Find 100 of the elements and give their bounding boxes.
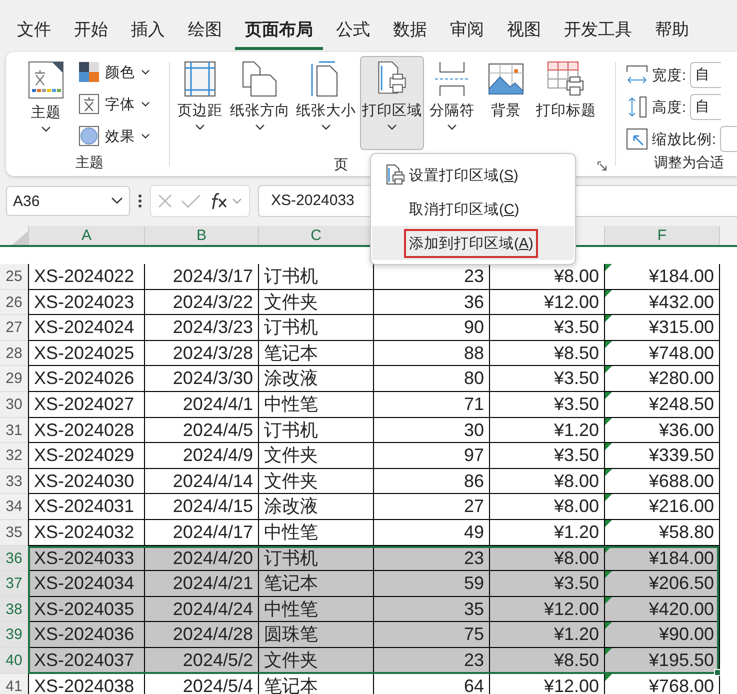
table-cell: 27 xyxy=(464,496,484,516)
table-cell: ¥280.00 xyxy=(648,368,714,388)
table-cell: 订书机 xyxy=(264,548,318,568)
table-cell: 笔记本 xyxy=(264,573,318,594)
table-cell: 71 xyxy=(464,394,484,414)
table-cell: 2024/4/17 xyxy=(172,522,253,542)
table-cell: ¥3.50 xyxy=(554,368,599,388)
table-cell: XS-2024035 xyxy=(34,598,134,619)
table-cell: XS-2024037 xyxy=(34,650,134,670)
table-cell: 订书机 xyxy=(264,420,318,440)
table-cell: ¥1.20 xyxy=(554,420,599,440)
table-cell: 35 xyxy=(464,598,484,619)
table-cell: ¥184.00 xyxy=(648,266,714,286)
table-cell: ¥8.00 xyxy=(554,266,599,286)
group-label: 调整为合适 xyxy=(652,153,725,172)
field-label: 宽度: xyxy=(652,66,686,84)
table-cell: 文件夹 xyxy=(264,470,318,491)
table-cell: XS-2024038 xyxy=(34,676,134,694)
table-cell: 2024/4/14 xyxy=(172,470,253,491)
table-cell: ¥36.00 xyxy=(658,420,714,440)
table-cell: ¥432.00 xyxy=(648,292,714,312)
field-label: 缩放比例: xyxy=(652,130,716,148)
table-cell: ¥216.00 xyxy=(648,496,714,516)
group-label: 页 xyxy=(334,155,348,174)
table-cell: 2024/3/17 xyxy=(172,266,253,286)
table-cell: 2024/4/15 xyxy=(172,496,253,516)
table-cell: 文件夹 xyxy=(264,292,318,312)
table-cell: 2024/4/1 xyxy=(182,394,253,414)
table-cell: ¥315.00 xyxy=(648,317,714,338)
table-cell: ¥8.00 xyxy=(554,496,599,516)
table-cell: ¥184.00 xyxy=(648,548,714,568)
table-cell: XS-2024026 xyxy=(34,368,134,388)
table-cell: ¥8.50 xyxy=(554,342,599,363)
table-cell: XS-2024024 xyxy=(34,317,134,338)
table-cell: XS-2024031 xyxy=(34,496,134,516)
table-cell: ¥1.20 xyxy=(554,522,599,542)
table-cell: 90 xyxy=(464,317,484,338)
table-cell: 2024/3/22 xyxy=(172,292,253,312)
table-cell: 80 xyxy=(464,368,484,388)
table-cell: XS-2024036 xyxy=(34,624,134,644)
table-cell: 笔记本 xyxy=(264,676,318,694)
table-cell: ¥8.50 xyxy=(554,650,599,670)
table-cell: ¥12.00 xyxy=(544,676,599,694)
table-cell: 圆珠笔 xyxy=(264,624,318,644)
table-cell: ¥339.50 xyxy=(648,445,714,466)
table-cell: XS-2024023 xyxy=(34,292,134,312)
table-cell: 涂改液 xyxy=(264,368,318,388)
table-cell: 23 xyxy=(464,650,484,670)
table-cell: ¥3.50 xyxy=(554,394,599,414)
table-cell: ¥3.50 xyxy=(554,317,599,338)
table-cell: 2024/4/28 xyxy=(172,624,253,644)
table-cell: 2024/4/20 xyxy=(172,548,253,568)
table-cell: 订书机 xyxy=(264,317,318,338)
field-label: 高度: xyxy=(652,98,686,116)
table-cell: 64 xyxy=(464,676,484,694)
table-cell: ¥768.00 xyxy=(648,676,714,694)
table-cell: 2024/4/24 xyxy=(172,598,253,619)
table-cell: 2024/5/4 xyxy=(182,676,253,694)
table-cell: ¥8.00 xyxy=(554,548,599,568)
table-cell: 笔记本 xyxy=(264,342,318,363)
table-cell: XS-2024022 xyxy=(34,266,134,286)
table-cell: 86 xyxy=(464,470,484,491)
table-cell: 97 xyxy=(464,445,484,466)
table-cell: 59 xyxy=(464,573,484,594)
table-cell: ¥688.00 xyxy=(648,470,714,491)
table-cell: XS-2024025 xyxy=(34,342,134,363)
table-cell: 36 xyxy=(464,292,484,312)
table-cell: 涂改液 xyxy=(264,496,318,516)
table-cell: 订书机 xyxy=(264,266,318,286)
table-cell: 2024/4/5 xyxy=(182,420,253,440)
table-cell: ¥420.00 xyxy=(648,598,714,619)
table-cell: XS-2024032 xyxy=(34,522,134,542)
table-cell: 2024/3/28 xyxy=(172,342,253,363)
table-cell: XS-2024030 xyxy=(34,470,134,491)
table-cell: 2024/3/30 xyxy=(172,368,253,388)
table-cell: 75 xyxy=(464,624,484,644)
table-cell: 30 xyxy=(464,420,484,440)
table-cell: XS-2024028 xyxy=(34,420,134,440)
table-cell: ¥3.50 xyxy=(554,445,599,466)
table-cell: ¥3.50 xyxy=(554,573,599,594)
table-cell: XS-2024033 xyxy=(34,548,134,568)
table-cell: ¥58.80 xyxy=(658,522,714,542)
table-cell: 2024/4/21 xyxy=(172,573,253,594)
table-cell: 23 xyxy=(464,548,484,568)
table-cell: XS-2024034 xyxy=(34,573,134,594)
table-cell: 23 xyxy=(464,266,484,286)
table-cell: ¥248.50 xyxy=(648,394,714,414)
table-cell: XS-2024029 xyxy=(34,445,134,466)
table-cell: XS-2024027 xyxy=(34,394,134,414)
table-cell: ¥748.00 xyxy=(648,342,714,363)
table-cell: 88 xyxy=(464,342,484,363)
table-cell: ¥90.00 xyxy=(658,624,714,644)
table-cell: 中性笔 xyxy=(264,598,318,619)
table-cell: ¥1.20 xyxy=(554,624,599,644)
table-cell: 文件夹 xyxy=(264,445,318,466)
table-cell: 2024/3/23 xyxy=(172,317,253,338)
table-cell: 文件夹 xyxy=(264,650,318,670)
table-cell: ¥12.00 xyxy=(544,292,599,312)
table-cell: ¥195.50 xyxy=(648,650,714,670)
table-cell: ¥206.50 xyxy=(648,573,714,594)
